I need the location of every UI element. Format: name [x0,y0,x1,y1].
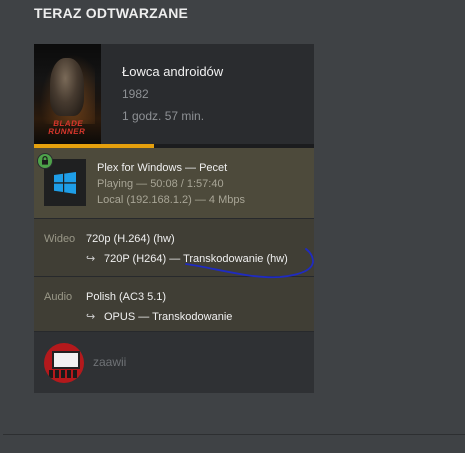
player-info: Plex for Windows — Pecet Playing — 50:08… [34,148,314,218]
video-transcode-text: 720P (H264) — Transkodowanie (hw) [104,253,288,265]
now-playing-card[interactable]: BLADE RUNNER Łowca androidów 1982 1 godz… [34,44,314,393]
user-row[interactable]: zaawii [34,332,314,393]
section-title: TERAZ ODTWARZANE [34,5,189,21]
media-duration: 1 godz. 57 min. [122,109,205,123]
video-transcode: ↪ 720P (H264) — Transkodowanie (hw) [86,252,288,265]
audio-source: Polish (AC3 5.1) [86,291,167,303]
video-stream-row: Wideo 720p (H.264) (hw) ↪ 720P (H264) — T… [34,219,314,276]
lock-icon [37,153,53,169]
media-title[interactable]: Łowca androidów [122,64,223,79]
media-year: 1982 [122,87,149,101]
poster-logo: BLADE RUNNER [47,119,87,136]
playback-state: Playing — 50:08 / 1:57:40 [97,178,224,190]
audio-label: Audio [44,291,73,303]
media-info: Łowca androidów 1982 1 godz. 57 min. [122,64,223,131]
username[interactable]: zaawii [93,355,126,369]
video-label: Wideo [44,233,76,245]
audio-stream-row: Audio Polish (AC3 5.1) ↪ OPUS — Transkodo… [34,277,314,331]
connection-info: Local (192.168.1.2) — 4 Mbps [97,194,245,206]
avatar[interactable] [44,343,84,383]
return-arrow-icon: ↪ [86,311,96,323]
video-source: 720p (H.264) (hw) [86,233,175,245]
return-arrow-icon: ↪ [86,253,96,265]
audio-transcode-text: OPUS — Transkodowanie [104,311,233,323]
audio-transcode: ↪ OPUS — Transkodowanie [86,310,232,323]
media-header: BLADE RUNNER Łowca androidów 1982 1 godz… [34,44,314,144]
divider [3,434,465,435]
poster-image[interactable]: BLADE RUNNER [34,44,101,144]
player-name: Plex for Windows — Pecet [97,162,228,174]
